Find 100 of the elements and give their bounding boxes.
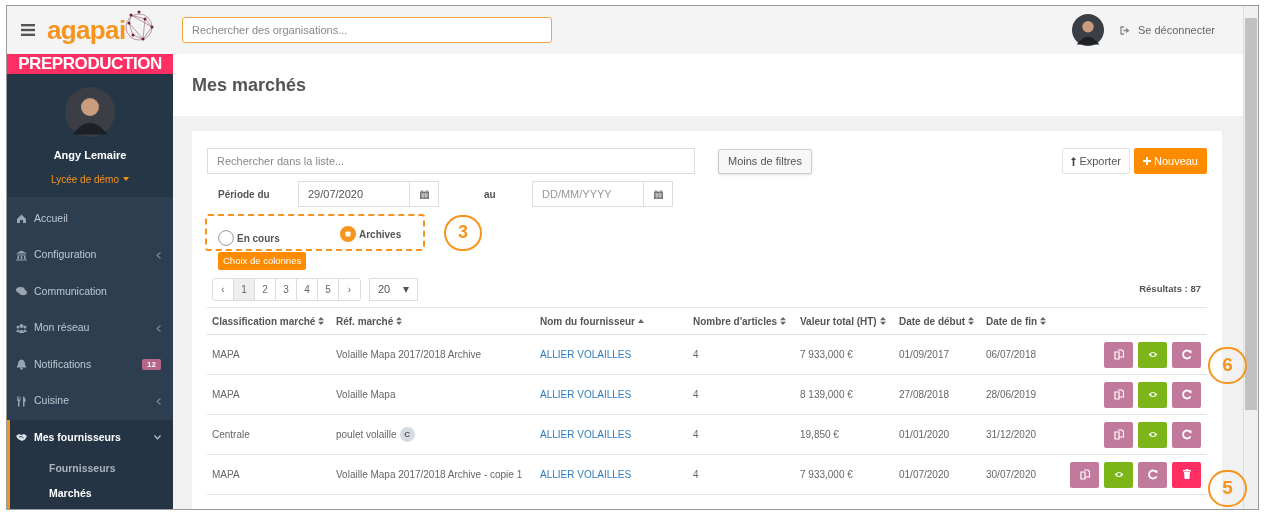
export-button[interactable]: Exporter xyxy=(1062,148,1130,174)
environment-banner: PREPRODUCTION xyxy=(7,54,173,74)
column-header[interactable]: Nombre d'articles xyxy=(693,313,778,329)
page-title: Mes marchés xyxy=(192,73,307,97)
avatar xyxy=(1071,14,1104,46)
callout-number: 3 xyxy=(444,214,482,251)
callout-number: 6 xyxy=(1208,347,1247,384)
table-cell-text: MAPA xyxy=(212,468,240,482)
menu-icon[interactable] xyxy=(21,24,35,36)
table-cell-text: 01/09/2017 xyxy=(899,348,950,362)
supplier-link[interactable]: ALLIER VOLAILLES xyxy=(540,427,632,442)
handshake-icon xyxy=(16,432,27,444)
refresh-icon xyxy=(1147,469,1158,480)
table-cell-text: 4 xyxy=(693,428,699,442)
column-header[interactable]: Classification marché xyxy=(212,313,316,329)
search-field[interactable]: Rechercher des organisations... xyxy=(182,17,552,43)
renew-button[interactable] xyxy=(1172,381,1201,408)
supplier-link[interactable]: ALLIER VOLAILLES xyxy=(540,387,632,402)
copy-button[interactable] xyxy=(1104,381,1133,408)
renew-button[interactable] xyxy=(1138,461,1167,488)
organisation-dropdown[interactable]: Lycée de démo xyxy=(51,171,129,187)
eye-icon xyxy=(1113,469,1124,480)
table-cell-text: 28/06/2019 xyxy=(986,388,1037,402)
copy-icon xyxy=(1113,429,1124,440)
results-count: Résultats : 87 xyxy=(1139,282,1201,297)
avatar xyxy=(65,87,115,137)
column-header[interactable]: Valeur total (HT) xyxy=(800,313,877,329)
logout-link[interactable]: Se déconnecter xyxy=(1119,21,1215,39)
radio-option[interactable]: Archives xyxy=(340,226,402,242)
view-button[interactable] xyxy=(1104,461,1133,488)
calendar-button[interactable] xyxy=(644,181,673,207)
date-field[interactable]: 29/07/2020 xyxy=(298,181,410,207)
scrollbar[interactable] xyxy=(1243,6,1258,509)
dropdown-arrow-icon xyxy=(403,286,409,293)
eye-icon xyxy=(1147,389,1158,400)
trash-icon xyxy=(1181,469,1192,480)
table-cell-text: 01/07/2020 xyxy=(899,468,950,482)
copy-button[interactable] xyxy=(1104,341,1133,368)
refresh-icon xyxy=(1181,349,1192,360)
radio-option[interactable]: En cours xyxy=(218,230,340,246)
nav-item[interactable]: Mon réseau xyxy=(10,310,173,347)
copy-icon xyxy=(1079,469,1090,480)
eye-icon xyxy=(1147,349,1158,360)
page-size-select[interactable]: 20 xyxy=(369,278,418,301)
table-cell-text: 19,850 € xyxy=(800,428,839,442)
date-field[interactable]: DD/MM/YYYY xyxy=(532,181,644,207)
table-cell-text: 8 139,000 € xyxy=(800,388,853,402)
to-label: au xyxy=(484,187,497,202)
nav-item[interactable]: Configuration xyxy=(10,237,173,274)
users-icon xyxy=(16,322,27,334)
renew-button[interactable] xyxy=(1172,341,1201,368)
logo-text: agapai xyxy=(47,17,126,43)
calendar-button[interactable] xyxy=(410,181,439,207)
home-icon xyxy=(16,213,27,225)
nav-item[interactable]: Notifications 12 xyxy=(10,346,173,383)
refresh-icon xyxy=(1181,389,1192,400)
supplier-link[interactable]: ALLIER VOLAILLES xyxy=(540,467,632,482)
table-cell-text: Volaille Mapa 2017/2018 Archive - copie 1 xyxy=(336,468,523,482)
filter-toggle-button[interactable]: Moins de filtres xyxy=(718,148,812,174)
callout-number: 5 xyxy=(1208,470,1247,507)
table-cell-text: poulet volaille xyxy=(336,428,397,442)
calendar-icon xyxy=(653,189,663,199)
view-button[interactable] xyxy=(1138,341,1167,368)
delete-button[interactable] xyxy=(1172,461,1201,488)
view-button[interactable] xyxy=(1138,421,1167,448)
table-cell-text: 4 xyxy=(693,468,699,482)
refresh-icon xyxy=(1181,429,1192,440)
radio-icon[interactable] xyxy=(218,230,234,246)
copy-button[interactable] xyxy=(1104,421,1133,448)
table-cell-text: 7 933,000 € xyxy=(800,468,853,482)
supplier-link[interactable]: ALLIER VOLAILLES xyxy=(540,347,632,362)
page-button[interactable]: ‹ xyxy=(213,279,234,300)
copy-button[interactable] xyxy=(1070,461,1099,488)
nav-subitem[interactable]: Fournisseurs xyxy=(10,456,173,481)
caret-icon xyxy=(123,177,129,181)
view-button[interactable] xyxy=(1138,381,1167,408)
table-cell-text: 4 xyxy=(693,348,699,362)
search-field[interactable]: Rechercher dans la liste... xyxy=(207,148,695,174)
table-cell-text: 31/12/2020 xyxy=(986,428,1037,442)
plus-icon xyxy=(1142,157,1151,165)
radio-selected-icon[interactable] xyxy=(340,226,356,242)
column-header[interactable]: Date de début xyxy=(899,313,966,329)
nav-subitem[interactable]: Marchés xyxy=(10,481,173,506)
bell-icon xyxy=(16,359,27,371)
table-cell-text: 7 933,000 € xyxy=(800,348,853,362)
table-cell-text: MAPA xyxy=(212,348,240,362)
nav-item[interactable]: Cuisine xyxy=(10,383,173,420)
nav-item[interactable]: Accueil xyxy=(10,200,173,237)
nav-item[interactable]: Communication xyxy=(10,273,173,310)
nav-item[interactable]: Mes fournisseurs xyxy=(10,419,173,456)
renew-button[interactable] xyxy=(1172,421,1201,448)
table-cell-text: 01/01/2020 xyxy=(899,428,950,442)
user-name: Angy Lemaire xyxy=(53,148,127,163)
column-header[interactable]: Nom du fournisseur xyxy=(540,313,635,329)
column-header[interactable]: Réf. marché xyxy=(336,313,394,329)
upload-icon xyxy=(1071,156,1077,166)
table-cell-text: Volaille Mapa 2017/2018 Archive xyxy=(336,348,482,362)
page-button[interactable]: 1 xyxy=(234,279,255,300)
table-cell-text: Centrale xyxy=(212,428,250,442)
column-header[interactable]: Date de fin xyxy=(986,313,1038,329)
